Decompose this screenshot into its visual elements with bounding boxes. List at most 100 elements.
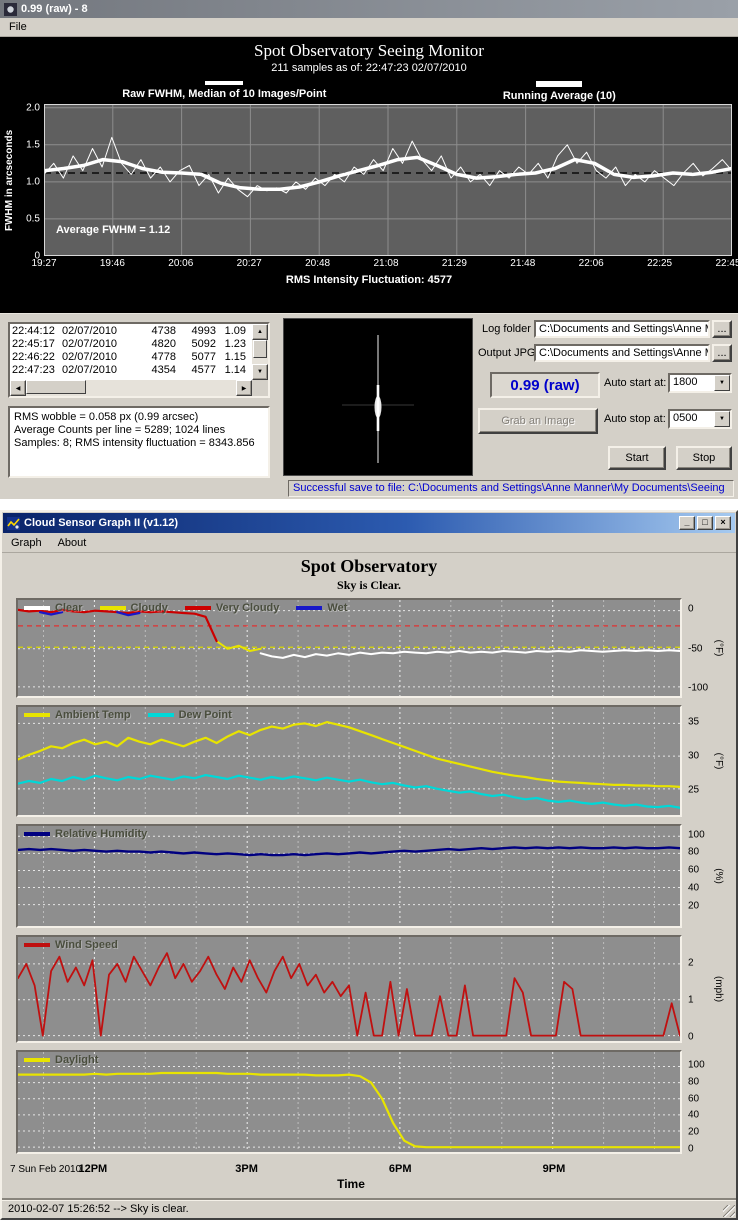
menu-about[interactable]: About	[51, 535, 94, 551]
y-tick-label: 0	[688, 1143, 694, 1154]
legend-swatch	[296, 606, 322, 610]
samples-listbox[interactable]: 22:44:1202/07/2010473849931.09S22:45:170…	[8, 322, 270, 398]
list-row[interactable]: 22:46:2202/07/2010477850771.15S	[12, 351, 250, 364]
list-cell: 22:45:17	[12, 338, 62, 351]
window-title: 0.99 (raw) - 8	[21, 3, 734, 15]
y-tick-label: 25	[688, 784, 699, 795]
legend-item: Cloudy	[100, 602, 168, 614]
horizontal-scrollbar[interactable]: ◀ ▶	[10, 380, 252, 396]
cloud-condition-chart: ClearCloudyVery CloudyWet	[18, 600, 680, 696]
list-row[interactable]: 22:47:2302/07/2010435445771.14S	[12, 364, 250, 377]
legend-swatch	[185, 606, 211, 610]
start-button[interactable]: Start	[608, 446, 666, 470]
vertical-scroll-thumb[interactable]	[253, 340, 267, 358]
seeing-controls-area: 22:44:1202/07/2010473849931.09S22:45:170…	[0, 313, 738, 499]
y-tick-label: 0	[688, 604, 694, 615]
menu-file[interactable]: File	[2, 19, 34, 35]
y-axis-unit: (%)	[713, 868, 724, 884]
legend-label: Relative Humidity	[55, 828, 147, 840]
y-axis-ticks: 100806040200	[682, 1050, 726, 1154]
samples-rows: 22:44:1202/07/2010473849931.09S22:45:170…	[10, 324, 252, 380]
stop-button[interactable]: Stop	[676, 446, 732, 470]
page-title: Spot Observatory	[2, 556, 736, 577]
y-tick-label: 1	[688, 995, 694, 1006]
horizontal-scroll-track[interactable]	[86, 380, 236, 396]
minimize-button[interactable]: _	[679, 516, 695, 530]
legend-label: Cloudy	[131, 602, 168, 614]
horizontal-scroll-thumb[interactable]	[26, 380, 86, 394]
scrollbar-corner	[252, 380, 268, 396]
list-cell: 22:44:12	[12, 325, 62, 338]
y-tick-label: -50	[688, 643, 702, 654]
cloud-titlebar[interactable]: Cloud Sensor Graph II (v1.12) _ □ ×	[3, 513, 735, 533]
y-axis-title: FWHM in arcseconds	[4, 104, 18, 256]
x-tick-label: 22:25	[647, 258, 672, 269]
auto-start-combo[interactable]: 1800 ▼	[668, 373, 732, 393]
y-tick-label: 2.0	[26, 102, 40, 113]
scroll-left-button[interactable]: ◀	[10, 380, 26, 396]
x-axis-row: 7 Sun Feb 2010 12PM 3PM 6PM 9PM	[16, 1162, 682, 1177]
x-tick-label: 3PM	[235, 1163, 258, 1175]
output-jpg-input[interactable]: C:\Documents and Settings\Anne Manner	[534, 344, 710, 362]
star-image	[283, 318, 473, 476]
output-jpg-browse-button[interactable]: ...	[712, 344, 732, 362]
legend-label: Dew Point	[179, 709, 232, 721]
menu-graph[interactable]: Graph	[4, 535, 49, 551]
legend-item: Dew Point	[148, 709, 232, 721]
legend-item: Wind Speed	[24, 939, 118, 951]
vertical-scrollbar[interactable]: ▲ ▼	[252, 324, 268, 380]
legend-item: Relative Humidity	[24, 828, 147, 840]
legend-label: Wet	[327, 602, 347, 614]
maximize-button[interactable]: □	[697, 516, 713, 530]
log-folder-input[interactable]: C:\Documents and Settings\Anne Manner	[534, 320, 710, 338]
y-tick-label: 1.0	[26, 176, 40, 187]
y-axis-ticks: 0-50-100(°F)	[682, 598, 726, 698]
log-folder-browse-button[interactable]: ...	[712, 320, 732, 338]
seeing-monitor-window: 0.99 (raw) - 8 File Spot Observatory See…	[0, 0, 738, 497]
scroll-right-button[interactable]: ▶	[236, 380, 252, 396]
scroll-down-button[interactable]: ▼	[252, 364, 268, 380]
y-tick-label: 60	[688, 1093, 699, 1104]
output-jpg-label: Output JPG	[478, 347, 535, 359]
resize-grip[interactable]	[723, 1205, 735, 1217]
x-tick-label: 22:06	[579, 258, 604, 269]
x-axis-title: Time	[16, 1177, 686, 1193]
dropdown-arrow-icon[interactable]: ▼	[714, 375, 730, 391]
y-axis-unit: (°F)	[713, 640, 724, 657]
legend-item: Very Cloudy	[185, 602, 280, 614]
y-tick-label: 20	[688, 900, 699, 911]
panel-cloud: ClearCloudyVery CloudyWet 0-50-100(°F)	[16, 598, 726, 698]
list-row[interactable]: 22:45:1702/07/2010482050921.23S	[12, 338, 250, 351]
star-trail-graphic	[284, 319, 472, 475]
dropdown-arrow-icon[interactable]: ▼	[714, 411, 730, 427]
seeing-titlebar[interactable]: 0.99 (raw) - 8	[0, 0, 738, 18]
legend-label: Daylight	[55, 1054, 98, 1066]
close-button[interactable]: ×	[715, 516, 731, 530]
y-tick-label: 0.5	[26, 213, 40, 224]
list-cell: 1.14	[216, 364, 246, 377]
y-tick-label: 100	[688, 829, 705, 840]
x-tick-label: 21:48	[510, 258, 535, 269]
list-cell: 4738	[136, 325, 176, 338]
legend-swatch	[148, 713, 174, 717]
cloud-menubar: Graph About	[2, 534, 736, 553]
legend-item: Wet	[296, 602, 347, 614]
legend-swatch	[24, 606, 50, 610]
scroll-up-button[interactable]: ▲	[252, 324, 268, 340]
panel-temperature: Ambient TempDew Point 353025(°F)	[16, 705, 726, 817]
y-axis-unit: (mph)	[713, 976, 724, 1002]
x-tick-label: 20:48	[305, 258, 330, 269]
x-tick-label: 22:45	[715, 258, 738, 269]
list-cell: 02/07/2010	[62, 364, 136, 377]
grab-image-button[interactable]: Grab an Image	[478, 408, 598, 434]
x-tick-label: 21:08	[373, 258, 398, 269]
x-axis-ticks: 19:2719:4620:0620:2720:4821:0821:2921:48…	[44, 258, 728, 271]
legend-label-raw: Raw FWHM, Median of 10 Images/Point	[122, 88, 326, 100]
rms-info-textbox[interactable]: RMS wobble = 0.058 px (0.99 arcsec)Avera…	[8, 406, 270, 478]
list-cell: 02/07/2010	[62, 338, 136, 351]
list-cell: 22:47:23	[12, 364, 62, 377]
seeing-reading-display: 0.99 (raw)	[490, 372, 600, 398]
auto-stop-combo[interactable]: 0500 ▼	[668, 409, 732, 429]
status-bar: 2010-02-07 15:26:52 --> Sky is clear.	[2, 1198, 736, 1218]
list-row[interactable]: 22:44:1202/07/2010473849931.09S	[12, 325, 250, 338]
